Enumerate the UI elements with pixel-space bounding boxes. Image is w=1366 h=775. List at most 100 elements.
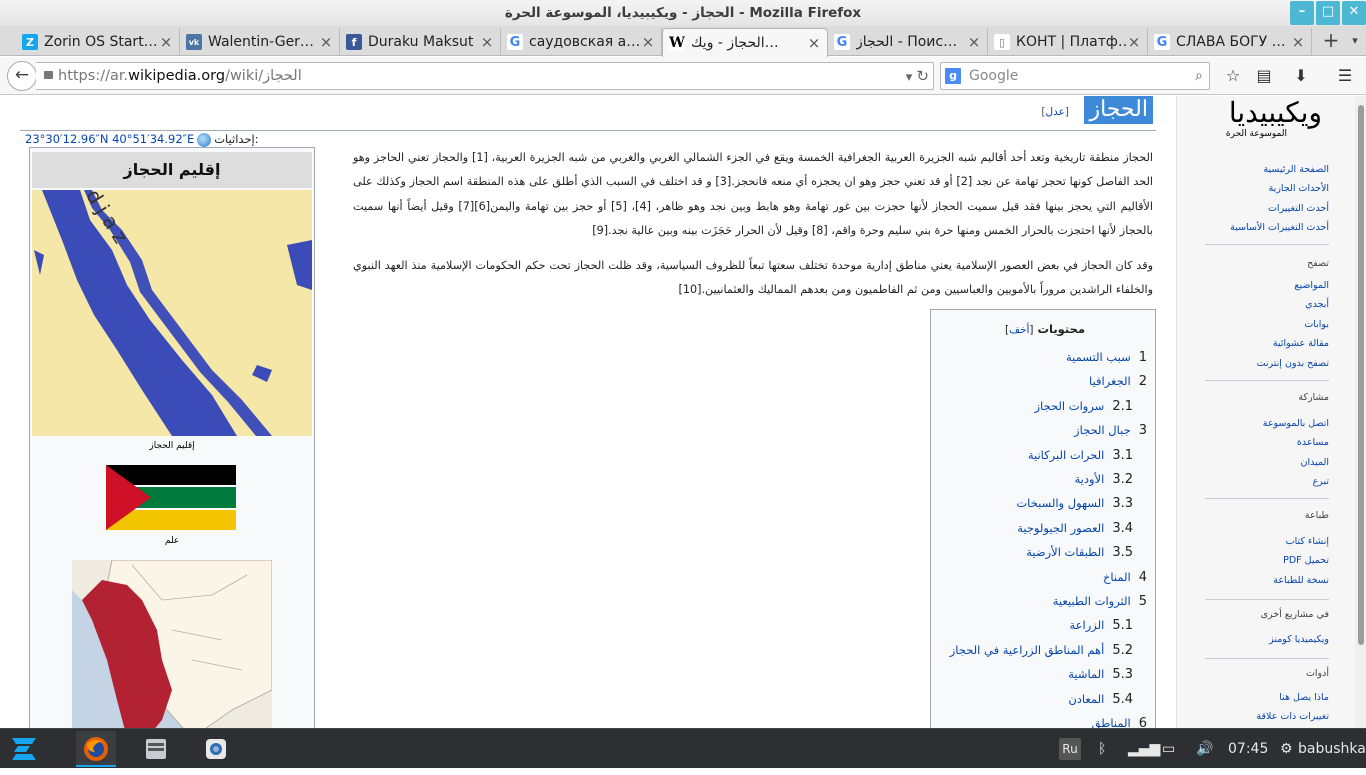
sidebar-link[interactable]: أحدث التغييرات — [1268, 203, 1329, 214]
network-signal-icon[interactable]: ▂▄▆ — [1128, 729, 1160, 769]
sidebar-link[interactable]: الصفحة الرئيسية — [1263, 164, 1329, 175]
sidebar-link[interactable]: المواضيع — [1294, 280, 1329, 291]
toc-item[interactable]: 2 الجغرافيا — [1089, 374, 1147, 389]
keyboard-layout-indicator[interactable]: Ru — [1059, 738, 1081, 760]
toc-item[interactable]: 3.3 السهول والسبخات — [1016, 496, 1133, 511]
url-bar[interactable]: https://ar.wikipedia.org/wiki/الحجاز ▾ ↻ — [36, 62, 934, 90]
toc-link[interactable]: سبب التسمية — [1066, 350, 1131, 364]
sidebar-link[interactable]: تبرع — [1313, 476, 1329, 487]
sidebar-link[interactable]: بوابات — [1304, 319, 1329, 330]
sidebar-link[interactable]: الميدان — [1301, 457, 1330, 468]
toc-hide-link[interactable]: أخف — [1009, 324, 1029, 336]
menu-icon[interactable]: ☰ — [1333, 64, 1357, 88]
toc-link[interactable]: المناخ — [1103, 570, 1131, 584]
browser-tab[interactable]: G СЛАВА БОГУ … × — [1148, 28, 1312, 56]
toc-link[interactable]: المعادن — [1068, 692, 1104, 706]
toc-link[interactable]: أهم المناطق الزراعية في الحجاز — [950, 643, 1105, 657]
sidebar-link[interactable]: إنشاء كتاب — [1286, 536, 1329, 547]
toc-item[interactable]: 2.1 سروات الحجاز — [1034, 399, 1133, 414]
downloads-icon[interactable]: ⬇ — [1289, 64, 1313, 88]
camera-taskbar-button[interactable] — [196, 731, 236, 767]
toc-item[interactable]: 3.4 العصور الجيولوجية — [1017, 521, 1133, 536]
search-icon[interactable]: ⌕ — [1195, 63, 1203, 89]
hijaz-map[interactable]: Hidjaz — [32, 190, 312, 436]
toc-link[interactable]: الثروات الطبيعية — [1053, 594, 1131, 608]
toc-link[interactable]: المناطق — [1092, 716, 1131, 728]
sidebar-link[interactable]: تغييرات ذات علاقة — [1256, 711, 1329, 722]
minimize-button[interactable]: – — [1290, 1, 1314, 25]
sidebar-link[interactable]: نسخة للطباعة — [1273, 575, 1329, 586]
sidebar-link[interactable]: أبجدي — [1305, 299, 1329, 310]
firefox-taskbar-button[interactable] — [76, 731, 116, 767]
toc-link[interactable]: الزراعة — [1069, 618, 1104, 632]
tab-close-icon[interactable]: × — [159, 33, 173, 51]
close-button[interactable]: ✕ — [1342, 1, 1366, 25]
tab-close-icon[interactable]: × — [480, 33, 494, 51]
zorin-menu-button[interactable] — [2, 731, 46, 767]
volume-icon[interactable]: 🔊 — [1196, 729, 1213, 769]
toc-link[interactable]: سروات الحجاز — [1034, 399, 1104, 413]
hijaz-flag[interactable] — [106, 465, 236, 530]
sidebar-link[interactable]: ماذا يصل هنا — [1279, 692, 1329, 703]
tab-close-icon[interactable]: × — [967, 33, 981, 51]
clock[interactable]: 07:45 — [1228, 729, 1268, 769]
toc-item[interactable]: 5.3 الماشية — [1068, 667, 1133, 682]
toc-link[interactable]: الجغرافيا — [1089, 374, 1131, 388]
user-icon[interactable]: ⚙ — [1280, 729, 1293, 769]
new-tab-button[interactable]: + — [1320, 30, 1342, 52]
bluetooth-icon[interactable]: ᛒ — [1098, 729, 1106, 769]
files-taskbar-button[interactable] — [136, 731, 176, 767]
browser-tab[interactable]: f Duraku Maksut × — [340, 28, 501, 56]
toc-link[interactable]: الطبقات الأرضية — [1026, 545, 1104, 559]
toc-item[interactable]: 5 الثروات الطبيعية — [1053, 594, 1147, 609]
sidebar-link[interactable]: ويكيميديا كومنز — [1269, 634, 1329, 645]
toc-link[interactable]: الأودية — [1075, 472, 1105, 486]
sidebar-link[interactable]: الأحداث الجارية — [1269, 183, 1329, 194]
toc-item[interactable]: 5.2 أهم المناطق الزراعية في الحجاز — [950, 643, 1133, 658]
toc-item[interactable]: 3.2 الأودية — [1075, 472, 1133, 487]
wikipedia-logo[interactable]: ويكيبيديا — [1229, 96, 1322, 130]
dropdown-arrow-icon[interactable]: ▾ — [906, 70, 913, 85]
sidebar-link[interactable]: تحميل PDF — [1283, 555, 1329, 566]
tab-close-icon[interactable]: × — [1127, 33, 1141, 51]
toc-item[interactable]: 5.1 الزراعة — [1069, 618, 1133, 633]
toc-item[interactable]: 3.1 الحرات البركانية — [1028, 448, 1133, 463]
tab-close-icon[interactable]: × — [1291, 33, 1305, 51]
browser-tab[interactable]: Z Zorin OS Start… × — [16, 28, 180, 56]
maximize-button[interactable]: □ — [1316, 1, 1340, 25]
reading-list-icon[interactable]: ▤ — [1252, 64, 1276, 88]
bookmark-star-icon[interactable]: ☆ — [1221, 64, 1245, 88]
toc-item[interactable]: 3.5 الطبقات الأرضية — [1026, 545, 1133, 560]
user-name[interactable]: babushka — [1298, 729, 1366, 769]
scrollbar-thumb[interactable] — [1358, 105, 1364, 645]
reload-icon[interactable]: ↻ — [916, 67, 929, 85]
tab-list-button[interactable]: ▾ — [1346, 30, 1364, 52]
browser-tab[interactable]: W الحجاز - ويك… × — [662, 28, 828, 57]
tab-close-icon[interactable]: × — [319, 33, 333, 51]
toc-link[interactable]: السهول والسبخات — [1016, 496, 1104, 510]
toc-item[interactable]: 5.4 المعادن — [1068, 692, 1133, 707]
toc-link[interactable]: الحرات البركانية — [1028, 448, 1104, 462]
toc-link[interactable]: جبال الحجاز — [1074, 423, 1131, 437]
coordinates-value[interactable]: 23°30′12.96″N 40°51′34.92″E — [25, 132, 194, 146]
tab-close-icon[interactable]: × — [641, 33, 655, 51]
tab-close-icon[interactable]: × — [807, 34, 821, 52]
battery-icon[interactable]: ▭ — [1162, 729, 1175, 769]
browser-tab[interactable]: vk Walentin-Ger… × — [180, 28, 340, 56]
toc-link[interactable]: الماشية — [1068, 667, 1104, 681]
toc-item[interactable]: 1 سبب التسمية — [1066, 350, 1147, 365]
browser-tab[interactable]: G الحجاز - Поис… × — [828, 28, 988, 56]
back-button[interactable]: ← — [7, 61, 37, 91]
sidebar-link[interactable]: اتصل بالموسوعة — [1263, 418, 1329, 429]
saudi-locator-map[interactable] — [72, 560, 272, 728]
search-bar[interactable]: g Google ⌕ — [940, 62, 1210, 90]
toc-item[interactable]: 3 جبال الحجاز — [1074, 423, 1147, 438]
sidebar-link[interactable]: أحدث التغييرات الأساسية — [1230, 222, 1329, 233]
browser-tab[interactable]: Gсаудовская а… × — [501, 28, 662, 56]
browser-tab[interactable]: ▯ КОНТ | Платф… × — [988, 28, 1148, 56]
toc-link[interactable]: العصور الجيولوجية — [1017, 521, 1104, 535]
sidebar-link[interactable]: مساعدة — [1297, 437, 1329, 448]
google-icon[interactable]: g — [945, 68, 961, 84]
toc-item[interactable]: 4 المناخ — [1103, 570, 1147, 585]
edit-link[interactable]: عدل — [1045, 106, 1064, 118]
